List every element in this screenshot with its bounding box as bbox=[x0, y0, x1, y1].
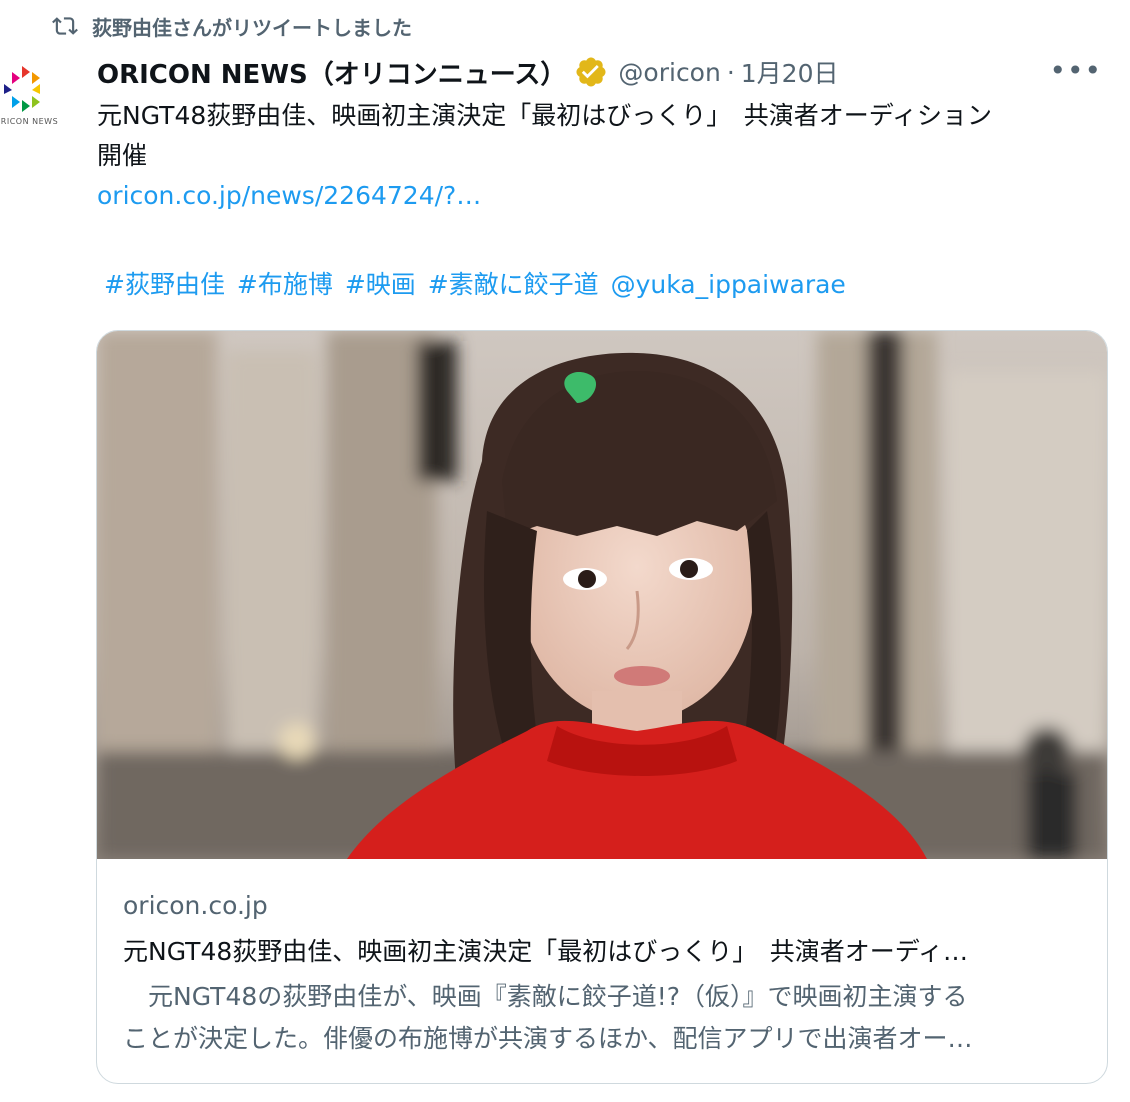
card-description-line-1: 元NGT48の荻野由佳が、映画『素敵に餃子道!?（仮）』で映画初主演する bbox=[123, 982, 968, 1011]
retweet-text: 荻野由佳さんがリツイートしました bbox=[92, 15, 412, 40]
tweet-text-line-2: 開催 bbox=[97, 141, 148, 170]
tweet-header: ORICON NEWS（オリコンニュース） @oricon · 1月20日 ••… bbox=[97, 52, 1110, 92]
hashtag-link[interactable]: #荻野由佳 bbox=[104, 270, 225, 299]
link-preview-card[interactable]: oricon.co.jp 元NGT48荻野由佳、映画初主演決定「最初はびっくり」… bbox=[96, 330, 1108, 1084]
tweet-text: 元NGT48荻野由佳、映画初主演決定「最初はびっくり」 共演者オーディション 開… bbox=[97, 96, 1117, 216]
retweet-banner[interactable]: 荻野由佳さんがリツイートしました bbox=[52, 10, 412, 42]
card-title: 元NGT48荻野由佳、映画初主演決定「最初はびっくり」 共演者オーディ… bbox=[123, 937, 969, 966]
hashtag-link[interactable]: #素敵に餃子道 bbox=[428, 270, 599, 299]
tweet-text-line-1: 元NGT48荻野由佳、映画初主演決定「最初はびっくり」 共演者オーディション bbox=[97, 101, 993, 130]
card-description: 元NGT48の荻野由佳が、映画『素敵に餃子道!?（仮）』で映画初主演する ことが… bbox=[123, 976, 1083, 1060]
hashtag-list: #荻野由佳 #布施博 #映画 #素敵に餃子道 @yuka_ippaiwarae bbox=[104, 265, 850, 305]
more-options-icon[interactable]: ••• bbox=[1049, 54, 1102, 87]
tweet-url-link[interactable]: oricon.co.jp/news/2264724/?… bbox=[97, 181, 481, 210]
separator-dot: · bbox=[726, 57, 735, 87]
hashtag-link[interactable]: #映画 bbox=[345, 270, 416, 299]
display-name[interactable]: ORICON NEWS（オリコンニュース） bbox=[97, 54, 566, 91]
oricon-news-logo: ORICON NEWS bbox=[0, 50, 72, 146]
svg-text:ORICON NEWS: ORICON NEWS bbox=[0, 117, 58, 126]
photo-woman-red-sweater bbox=[97, 331, 1107, 859]
card-meta: oricon.co.jp 元NGT48荻野由佳、映画初主演決定「最初はびっくり」… bbox=[123, 886, 1083, 1060]
card-description-line-2: ことが決定した。俳優の布施博が共演するほか、配信アプリで出演者オー… bbox=[123, 1024, 973, 1053]
hashtag-link[interactable]: #布施博 bbox=[237, 270, 333, 299]
tweet-date[interactable]: 1月20日 bbox=[741, 54, 839, 90]
avatar[interactable]: ORICON NEWS bbox=[0, 50, 72, 146]
card-image[interactable] bbox=[97, 331, 1107, 859]
verified-badge-icon[interactable] bbox=[574, 55, 608, 89]
card-domain: oricon.co.jp bbox=[123, 891, 268, 920]
tweet-page: 荻野由佳さんがリツイートしました ORICON NEWS ORICON NEWS… bbox=[0, 0, 1130, 1102]
mention-link[interactable]: @yuka_ippaiwarae bbox=[611, 270, 846, 299]
author-handle[interactable]: @oricon bbox=[618, 58, 720, 87]
retweet-icon bbox=[52, 13, 78, 39]
